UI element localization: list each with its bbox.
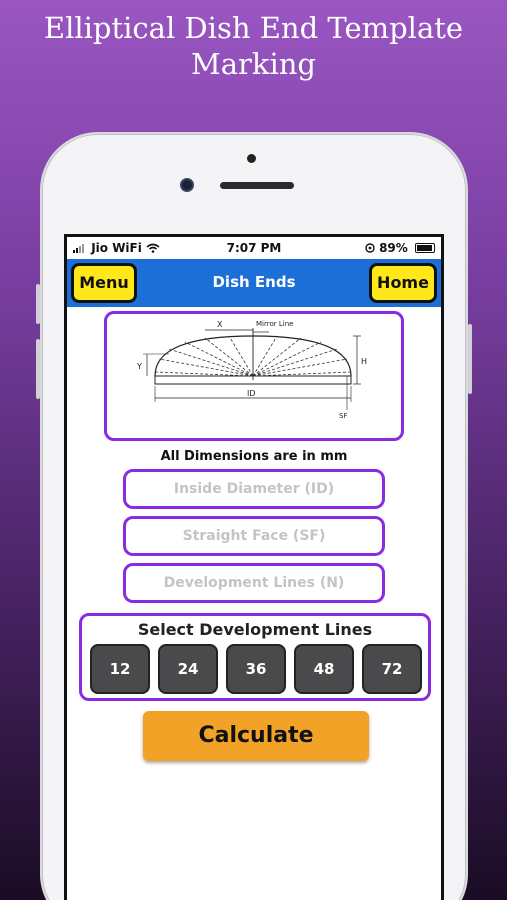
option-12-button[interactable]: 12 [90,644,150,694]
phone-side-button [36,339,40,399]
diagram-label-mirror-line: Mirror Line [256,320,293,328]
option-48-button[interactable]: 48 [294,644,354,694]
home-button[interactable]: Home [369,263,437,303]
promo-title: Elliptical Dish End Template Marking [0,10,507,82]
app-screen: Jio WiFi 7:07 PM 89% Menu Dish Ends Home [64,234,444,900]
nav-bar: Menu Dish Ends Home [67,259,441,307]
straight-face-input[interactable]: Straight Face (SF) [123,516,385,556]
diagram-label-id: ID [247,389,256,398]
selector-label: Select Development Lines [137,620,373,639]
diagram-label-sf: SF [339,412,347,420]
dish-end-drawing: X Mirror Line Y H ID SF [136,320,367,420]
option-24-button[interactable]: 24 [158,644,218,694]
status-bar: Jio WiFi 7:07 PM 89% [67,237,441,259]
development-lines-selector: Select Development Lines 12 24 36 48 72 [79,613,431,701]
dish-end-diagram: X Mirror Line Y H ID SF [104,311,404,441]
calculate-button[interactable]: Calculate [143,711,369,761]
promo-title-line2: Marking [191,47,316,81]
battery-percent: 89% [379,241,408,255]
inside-diameter-input[interactable]: Inside Diameter (ID) [123,469,385,509]
diagram-label-y: Y [136,362,142,371]
orientation-lock-icon [365,243,375,253]
status-right: 89% [365,241,435,255]
phone-side-button [468,324,472,394]
diagram-label-h: H [361,357,367,366]
development-lines-input[interactable]: Development Lines (N) [123,563,385,603]
units-note: All Dimensions are in mm [160,449,348,464]
phone-side-button [36,284,40,324]
battery-icon [415,243,435,253]
front-camera [180,178,194,192]
diagram-label-x: X [217,320,223,329]
earpiece-speaker [220,182,294,189]
front-sensor [247,154,256,163]
option-36-button[interactable]: 36 [226,644,286,694]
promo-title-line1: Elliptical Dish End Template [43,11,464,45]
option-72-button[interactable]: 72 [362,644,422,694]
